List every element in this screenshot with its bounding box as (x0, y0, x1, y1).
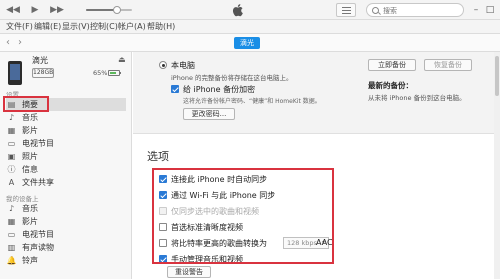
info-icon: ⓘ (7, 165, 16, 174)
menu-edit[interactable]: 编辑(E) (34, 21, 61, 33)
forward-arrow-icon[interactable]: › (18, 37, 22, 49)
reset-warnings-button[interactable]: 重设警告 (167, 266, 211, 278)
menu-controls[interactable]: 控制(C) (90, 21, 118, 33)
scrollbar-thumb[interactable] (495, 56, 499, 96)
iphone-device-icon[interactable] (8, 61, 22, 85)
sidebar-item-device-movies[interactable]: ▦ 影片 (6, 215, 126, 228)
sidebar-item-label: 电视节目 (22, 230, 54, 239)
tv-icon: ▭ (7, 230, 16, 239)
tv-icon: ▭ (7, 139, 16, 148)
sidebar-item-device-ringtones[interactable]: 🔔 铃声 (6, 254, 126, 267)
highlight-box-summary (3, 96, 49, 112)
sidebar-item-file-sharing[interactable]: A 文件共享 (6, 176, 126, 189)
eject-icon[interactable]: ⏏ (118, 55, 126, 64)
play-icon[interactable]: ▶ (28, 3, 42, 17)
file-share-icon: A (8, 178, 15, 187)
sidebar-item-label: 影片 (22, 217, 38, 226)
nav-bar: ‹ › 滴光 (0, 34, 500, 52)
ringtone-icon: 🔔 (6, 256, 17, 265)
sidebar-item-device-audiobooks[interactable]: ▥ 有声读物 (6, 241, 126, 254)
latest-backup-label: 最新的备份： (368, 81, 413, 90)
sidebar-item-movies[interactable]: ▦ 影片 (6, 124, 126, 137)
volume-fill (86, 9, 116, 11)
sidebar-item-label: 铃声 (22, 256, 38, 265)
movie-icon: ▦ (7, 217, 16, 226)
sidebar-item-tv[interactable]: ▭ 电视节目 (6, 137, 126, 150)
search-input[interactable] (383, 5, 461, 16)
sidebar-item-info[interactable]: ⓘ 信息 (6, 163, 126, 176)
title-bar: ◀◀ ▶ ▶▶ – □ (0, 0, 500, 20)
sidebar-item-label: 文件共享 (22, 178, 54, 187)
sidebar-item-label: 电视节目 (22, 139, 54, 148)
sidebar: 滴光 ⏏ 128GB 65% 设置 ▤ 摘要 ♪ 音乐 ▦ 影片 ▭ 电视节目 … (0, 52, 132, 279)
encrypt-backup-checkbox[interactable] (171, 85, 179, 93)
music-icon: ♪ (8, 113, 15, 122)
forward-track-icon[interactable]: ▶▶ (50, 3, 64, 17)
this-computer-label: 本电脑 (171, 61, 195, 70)
movie-icon: ▦ (7, 126, 16, 135)
maximize-icon[interactable]: □ (484, 3, 496, 17)
latest-backup-value: 从未将 iPhone 备份到这台电脑。 (368, 94, 466, 102)
main-scrollbar[interactable] (494, 52, 500, 279)
backup-now-button[interactable]: 立即备份 (368, 59, 416, 71)
menu-help[interactable]: 帮助(H) (147, 21, 175, 33)
device-tab[interactable]: 滴光 (234, 37, 260, 49)
volume-slider[interactable] (86, 6, 132, 14)
sidebar-item-photos[interactable]: ▣ 照片 (6, 150, 126, 163)
device-name[interactable]: 滴光 (32, 55, 48, 66)
this-computer-radio[interactable] (159, 61, 167, 69)
sidebar-item-music[interactable]: ♪ 音乐 (6, 111, 126, 124)
photo-icon: ▣ (7, 152, 16, 161)
back-arrow-icon[interactable]: ‹ (6, 37, 10, 49)
sidebar-item-label: 音乐 (22, 113, 38, 122)
capacity-badge: 128GB (32, 68, 54, 78)
menu-view[interactable]: 显示(V) (62, 21, 90, 33)
search-icon (372, 7, 379, 14)
back-track-icon[interactable]: ◀◀ (6, 3, 20, 17)
sidebar-item-device-tv[interactable]: ▭ 电视节目 (6, 228, 126, 241)
apple-logo-icon (232, 4, 243, 17)
backup-panel: 本电脑 iPhone 的完整备份将存储在这台电脑上。 给 iPhone 备份加密… (133, 52, 500, 134)
battery-percent: 65% (93, 69, 108, 77)
music-icon: ♪ (8, 204, 15, 213)
change-password-button[interactable]: 更改密码... (183, 108, 235, 120)
menu-bar: 文件(F) 编辑(E) 显示(V) 控制(C) 帐户(A) 帮助(H) (0, 20, 500, 34)
encrypt-backup-label: 给 iPhone 备份加密 (183, 85, 256, 94)
this-computer-desc: iPhone 的完整备份将存储在这台电脑上。 (171, 74, 293, 82)
menu-account[interactable]: 帐户(A) (118, 21, 146, 33)
sidebar-item-label: 照片 (22, 152, 38, 161)
restore-backup-button[interactable]: 恢复备份 (424, 59, 472, 71)
volume-knob[interactable] (113, 6, 121, 14)
sidebar-item-label: 信息 (22, 165, 38, 174)
options-title: 选项 (147, 150, 169, 163)
encrypt-backup-desc: 这将允许备份帐户密码、“健康”和 HomeKit 数据。 (183, 98, 321, 105)
search-field[interactable] (366, 3, 464, 17)
menu-file[interactable]: 文件(F) (6, 21, 33, 33)
sidebar-item-label: 影片 (22, 126, 38, 135)
sidebar-item-label: 有声读物 (22, 243, 54, 252)
sidebar-item-label: 音乐 (22, 204, 38, 213)
list-view-button[interactable] (336, 3, 356, 17)
battery-icon (108, 70, 121, 76)
highlight-box-options (152, 168, 334, 264)
audiobook-icon: ▥ (7, 243, 16, 252)
sidebar-item-device-music[interactable]: ♪ 音乐 (6, 202, 126, 215)
minimize-icon[interactable]: – (470, 3, 482, 17)
